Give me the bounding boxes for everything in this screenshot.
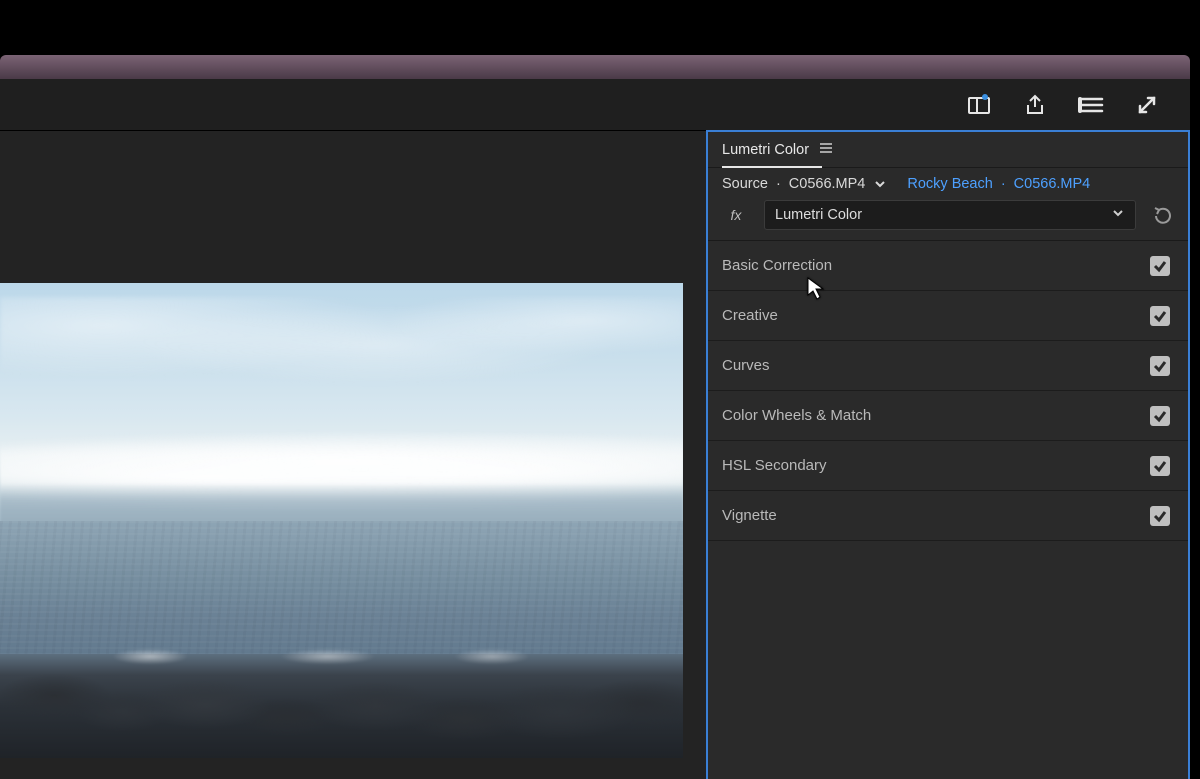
sequence-clip-name[interactable]: C0566.MP4 xyxy=(1014,176,1091,192)
chevron-down-icon[interactable] xyxy=(873,177,887,191)
dot-sep: · xyxy=(776,176,781,192)
app-frame: Lumetri Color Source · C0566.MP4 Rocky B… xyxy=(0,79,1190,779)
section-vignette[interactable]: Vignette xyxy=(708,491,1188,541)
export-icon[interactable] xyxy=(1022,92,1048,118)
section-checkbox[interactable] xyxy=(1150,256,1170,276)
section-label: Creative xyxy=(722,307,778,324)
window-chrome xyxy=(0,55,1190,79)
lumetri-panel: Lumetri Color Source · C0566.MP4 Rocky B… xyxy=(706,130,1190,779)
section-color-wheels-match[interactable]: Color Wheels & Match xyxy=(708,391,1188,441)
section-label: Color Wheels & Match xyxy=(722,407,871,424)
source-clip-name[interactable]: C0566.MP4 xyxy=(789,176,866,192)
section-checkbox[interactable] xyxy=(1150,356,1170,376)
fx-badge[interactable]: fx xyxy=(722,207,750,223)
letterbox-right xyxy=(1190,55,1200,779)
section-creative[interactable]: Creative xyxy=(708,291,1188,341)
section-label: Basic Correction xyxy=(722,257,832,274)
effect-row: fx Lumetri Color xyxy=(708,196,1188,241)
fullscreen-icon[interactable] xyxy=(1134,92,1160,118)
letterbox-top xyxy=(0,0,1200,55)
section-label: Vignette xyxy=(722,507,777,524)
quick-export-icon[interactable] xyxy=(1078,92,1104,118)
panel-menu-icon[interactable] xyxy=(819,141,833,159)
effect-name: Lumetri Color xyxy=(775,207,862,223)
section-checkbox[interactable] xyxy=(1150,506,1170,526)
source-prefix: Source xyxy=(722,176,768,192)
section-label: HSL Secondary xyxy=(722,457,827,474)
section-checkbox[interactable] xyxy=(1150,406,1170,426)
section-label: Curves xyxy=(722,357,770,374)
panel-title: Lumetri Color xyxy=(722,142,809,158)
section-checkbox[interactable] xyxy=(1150,456,1170,476)
section-curves[interactable]: Curves xyxy=(708,341,1188,391)
section-checkbox[interactable] xyxy=(1150,306,1170,326)
top-toolbar xyxy=(0,79,1190,130)
preview-scene xyxy=(0,283,683,758)
section-list: Basic Correction Creative Curves Color Whee… xyxy=(708,241,1188,541)
program-monitor xyxy=(0,130,706,779)
panel-header[interactable]: Lumetri Color xyxy=(708,132,1188,168)
chevron-down-icon xyxy=(1111,206,1125,224)
section-hsl-secondary[interactable]: HSL Secondary xyxy=(708,441,1188,491)
source-row: Source · C0566.MP4 Rocky Beach · C0566.M… xyxy=(708,168,1188,196)
section-basic-correction[interactable]: Basic Correction xyxy=(708,241,1188,291)
dot-sep-2: · xyxy=(1001,176,1006,192)
preview-image[interactable] xyxy=(0,283,683,758)
active-tab-underline xyxy=(722,166,822,168)
workspace-icon[interactable] xyxy=(966,92,992,118)
reset-button[interactable] xyxy=(1150,203,1174,227)
effect-dropdown[interactable]: Lumetri Color xyxy=(764,200,1136,230)
sequence-name[interactable]: Rocky Beach xyxy=(907,176,992,192)
